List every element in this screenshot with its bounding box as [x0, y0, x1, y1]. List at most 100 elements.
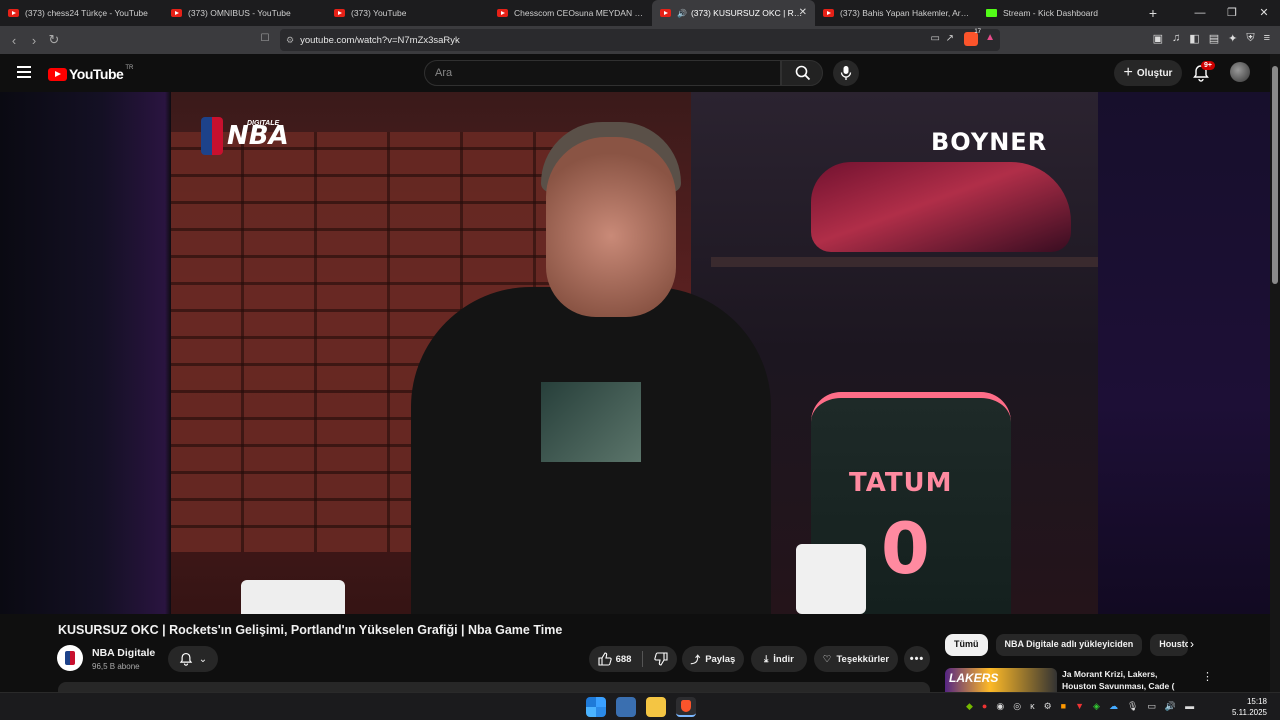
display-shelf	[711, 257, 1098, 267]
share-button[interactable]: ⤴ Paylaş	[682, 646, 744, 672]
tab-kusursuz-okc[interactable]: 🔊 (373) KUSURSUZ OKC | Rockets ✕	[652, 0, 815, 26]
recommended-thumbnail[interactable]: LAKERS	[945, 668, 1057, 692]
chip-all[interactable]: Tümü	[945, 634, 988, 656]
account-avatar[interactable]	[1230, 62, 1250, 82]
tab-chess24[interactable]: (373) chess24 Türkçe - YouTube	[0, 0, 163, 26]
share-icon: ⤴	[690, 655, 701, 666]
photos-icon[interactable]	[616, 697, 636, 717]
share-page-icon[interactable]: ↗	[946, 33, 954, 44]
tray-app-icon[interactable]: ■	[1061, 701, 1066, 712]
subscribed-button[interactable]: ⌄	[168, 646, 218, 672]
thanks-heart-icon: ♡	[822, 653, 832, 665]
wallet-icon[interactable]: ▤	[1209, 32, 1219, 45]
url-field[interactable]: ⚙ youtube.com/watch?v=N7mZx3saRyk ▭ ↗ 17…	[280, 29, 1000, 51]
nba-logo-icon	[201, 117, 223, 155]
plus-icon: +	[1123, 64, 1133, 81]
microphone-icon	[840, 66, 852, 80]
search-input[interactable]: Ara	[424, 60, 781, 86]
tab-omnibus[interactable]: (373) OMNIBUS - YouTube	[163, 0, 326, 26]
youtube-logo[interactable]: YouTube TR	[48, 65, 133, 82]
more-horizontal-icon: •••	[909, 653, 925, 665]
voice-search-button[interactable]	[833, 60, 859, 86]
video-player[interactable]: TATUM 0 DIGITALE NBA BOYNER	[0, 92, 1270, 614]
presenter-head	[546, 137, 676, 317]
tray-antivirus-icon[interactable]: ▼	[1075, 701, 1084, 712]
channel-name[interactable]: NBA Digitale	[92, 647, 155, 659]
description-box[interactable]	[58, 682, 930, 692]
chip-from-uploader[interactable]: NBA Digitale adlı yükleyiciden	[995, 634, 1143, 656]
vpn-icon[interactable]: ⛨	[1246, 32, 1254, 45]
channel-avatar[interactable]	[57, 645, 83, 671]
tray-network-app-icon[interactable]: ◈	[1093, 701, 1100, 712]
start-icon[interactable]	[586, 697, 606, 717]
tab-chesscom[interactable]: Chesscom CEOsuna MEYDAN OKUD	[489, 0, 652, 26]
speaker-icon[interactable]: 🔊	[677, 9, 687, 18]
tray-steam-icon[interactable]: ◎	[1013, 701, 1021, 712]
minimize-icon[interactable]: —	[1184, 0, 1216, 26]
thanks-button[interactable]: ♡ Teşekkürler	[814, 646, 898, 672]
recommended-title[interactable]: Ja Morant Krizi, Lakers, Houston Savunma…	[1062, 668, 1192, 692]
site-info-icon[interactable]: ⚙	[286, 35, 294, 46]
tray-settings-icon[interactable]: ⚙	[1044, 701, 1052, 712]
video-frame[interactable]: TATUM 0 DIGITALE NBA BOYNER	[171, 92, 1098, 614]
close-tab-icon[interactable]: ✕	[799, 7, 807, 18]
back-icon[interactable]: ‹	[4, 33, 24, 48]
cast-icon[interactable]: ▭	[931, 33, 940, 44]
subscriber-count: 96,5 B abone	[92, 662, 140, 671]
address-bar: ‹ › ↻ ☐ ⚙ youtube.com/watch?v=N7mZx3saRy…	[0, 26, 1280, 54]
tray-kick-icon[interactable]: ᴋ	[1030, 701, 1035, 712]
more-actions-button[interactable]: •••	[904, 646, 930, 672]
tray-record-icon[interactable]: ●	[982, 701, 987, 712]
related-chips: Tümü NBA Digitale adlı yükleyiciden Hous…	[945, 634, 1189, 656]
sidebar-icon[interactable]: ◧	[1189, 32, 1199, 45]
thumbs-down-icon[interactable]	[654, 652, 668, 666]
new-tab-button[interactable]: +	[1141, 5, 1165, 21]
tray-cloud-icon[interactable]: ☁	[1109, 701, 1118, 712]
brave-browser-icon[interactable]	[676, 697, 696, 717]
system-clock[interactable]: 15:18 5.11.2025	[1232, 696, 1267, 718]
menu-icon[interactable]: ≡	[1264, 32, 1270, 45]
coffee-mug	[796, 544, 866, 614]
tray-battery-icon[interactable]: ▬	[1185, 701, 1194, 712]
youtube-icon	[8, 9, 19, 17]
notification-badge: 9+	[1201, 61, 1215, 70]
leo-icon[interactable]: ✦	[1228, 32, 1237, 45]
reader-icon[interactable]: ▣	[1153, 32, 1163, 45]
tray-obs-icon[interactable]: ◉	[996, 701, 1004, 712]
youtube-icon	[497, 9, 508, 17]
tab-kick[interactable]: Stream - Kick Dashboard	[978, 0, 1141, 26]
youtube-header: YouTube TR Ara + Oluştur 9+	[0, 54, 1270, 92]
window-controls: — ❐ ✕	[1184, 0, 1280, 26]
create-button[interactable]: + Oluştur	[1114, 60, 1182, 86]
download-button[interactable]: ⤓ İndir	[751, 646, 807, 672]
video-info: KUSURSUZ OKC | Rockets'ın Gelişimi, Port…	[0, 614, 1270, 692]
brave-rewards-icon[interactable]: ▲	[985, 32, 995, 43]
tab-youtube[interactable]: (373) YouTube	[326, 0, 489, 26]
restore-icon[interactable]: ❐	[1216, 0, 1248, 26]
nba-digitale-logo: DIGITALE NBA	[201, 117, 289, 155]
music-icon[interactable]: ♫	[1172, 32, 1180, 45]
chevron-right-icon[interactable]: ›	[1190, 637, 1194, 651]
video-title: KUSURSUZ OKC | Rockets'ın Gelişimi, Port…	[58, 623, 563, 637]
tray-mic-icon[interactable]: 🎙	[1127, 701, 1138, 712]
chevron-down-icon: ⌄	[198, 653, 208, 665]
more-vertical-icon[interactable]: ⋮	[1202, 670, 1213, 683]
tray-display-icon[interactable]: ▭	[1147, 701, 1156, 712]
search-button[interactable]	[781, 60, 823, 86]
file-explorer-icon[interactable]	[646, 697, 666, 717]
chip-houston[interactable]: Housto	[1150, 634, 1189, 656]
like-button[interactable]: 688	[598, 652, 631, 666]
tray-volume-icon[interactable]: 🔊	[1165, 701, 1176, 712]
page-scrollbar[interactable]	[1270, 54, 1280, 692]
browser-toolbar-icons: ▣ ♫ ◧ ▤ ✦ ⛨ ≡	[1153, 32, 1270, 45]
reload-icon[interactable]: ↻	[44, 32, 64, 48]
bookmark-icon[interactable]: ☐	[255, 33, 275, 44]
forward-icon[interactable]: ›	[24, 33, 44, 48]
hamburger-menu-icon[interactable]	[17, 66, 31, 81]
kick-icon	[986, 9, 997, 17]
tray-nvidia-icon[interactable]: ◆	[966, 701, 973, 712]
close-window-icon[interactable]: ✕	[1248, 0, 1280, 26]
tab-bahis[interactable]: (373) Bahis Yapan Hakemler, Arne Sl	[815, 0, 978, 26]
browser-tab-bar: (373) chess24 Türkçe - YouTube (373) OMN…	[0, 0, 1280, 26]
youtube-play-icon	[48, 67, 67, 81]
